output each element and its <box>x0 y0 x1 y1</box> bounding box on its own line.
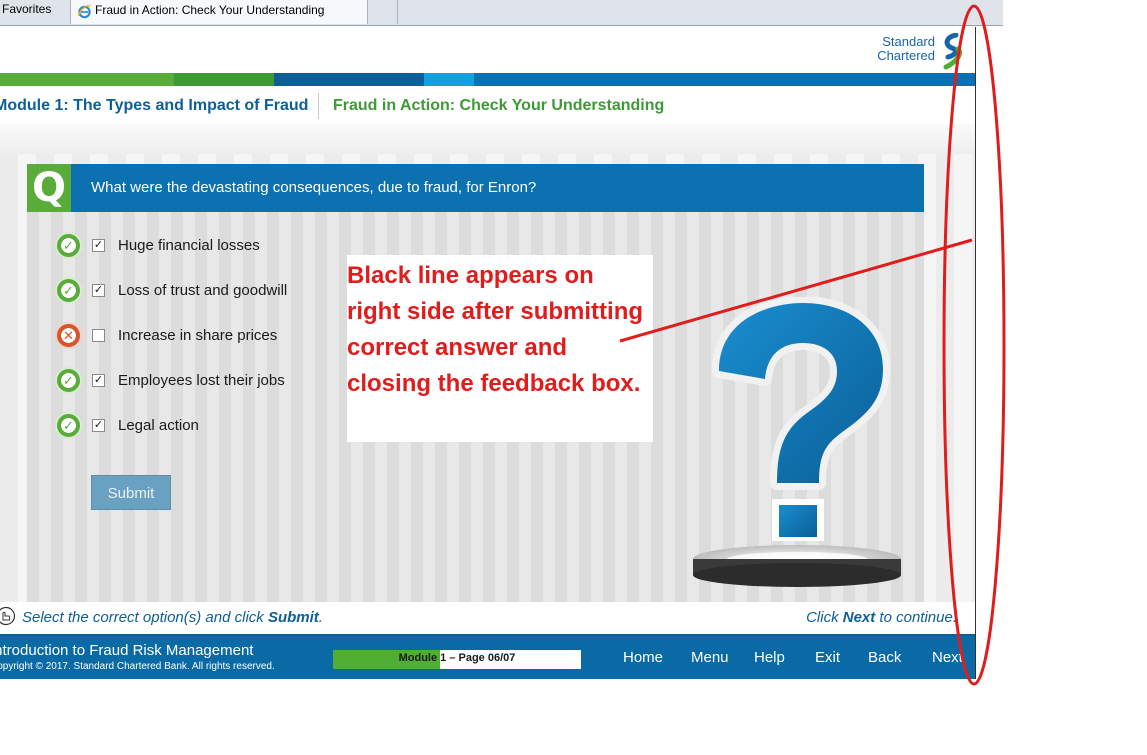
color-segment-2 <box>174 73 274 86</box>
color-segment-4 <box>424 73 474 86</box>
nav-back-button[interactable]: Back <box>868 649 901 666</box>
copyright-text: Copyright © 2017. Standard Chartered Ban… <box>0 661 275 672</box>
page-title: Fraud in Action: Check Your Understandin… <box>333 97 665 114</box>
option-checkbox[interactable]: ✓ <box>92 239 105 252</box>
nav-exit-button[interactable]: Exit <box>815 649 840 666</box>
course-title: Introduction to Fraud Risk Management <box>0 642 254 659</box>
option-label: Huge financial losses <box>118 237 260 254</box>
nav-next-button[interactable]: Next <box>932 649 963 666</box>
option-label: Loss of trust and goodwill <box>118 282 288 299</box>
progress-bar: Module 1 – Page 06/07 <box>333 650 581 669</box>
option-row[interactable]: ✕ Increase in share prices <box>55 322 335 350</box>
color-segment-5 <box>474 73 975 86</box>
instruction-right: Click Next to continue. <box>806 609 957 626</box>
black-line-artifact <box>975 27 976 679</box>
nav-home-button[interactable]: Home <box>623 649 663 666</box>
nav-help-button[interactable]: Help <box>754 649 785 666</box>
option-checkbox[interactable]: ✓ <box>92 419 105 432</box>
annotation-text: Black line appears on right side after s… <box>347 262 644 397</box>
progress-text: Module 1 – Page 06/07 <box>398 652 516 664</box>
option-label: Employees lost their jobs <box>118 372 285 389</box>
correct-check-icon: ✓ <box>55 232 82 259</box>
browser-tab-title: Fraud in Action: Check Your Understandin… <box>95 3 325 17</box>
browser-tab-strip: Favorites Fraud in Action: Check Your Un… <box>0 0 1003 26</box>
color-segment-1 <box>0 73 174 86</box>
submit-button[interactable]: Submit <box>91 475 171 510</box>
title-divider <box>318 93 319 119</box>
favorites-label[interactable]: Favorites <box>2 2 51 16</box>
title-bar: Module 1: The Types and Impact of Fraud … <box>0 86 975 124</box>
correct-check-icon: ✓ <box>55 412 82 439</box>
standard-chartered-mark-icon <box>943 33 962 70</box>
module-title: Module 1: The Types and Impact of Fraud <box>0 97 309 114</box>
nav-menu-button[interactable]: Menu <box>691 649 729 666</box>
logo-line-2: Chartered <box>877 48 935 63</box>
option-row[interactable]: ✓ ✓ Legal action <box>55 412 335 440</box>
option-row[interactable]: ✓ ✓ Huge financial losses <box>55 232 335 260</box>
question-text: What were the devastating consequences, … <box>91 179 537 196</box>
question-bar: Q What were the devastating consequences… <box>27 164 924 212</box>
annotation-note: Black line appears on right side after s… <box>347 255 653 442</box>
color-segment-3 <box>274 73 424 86</box>
browser-tab[interactable]: Fraud in Action: Check Your Understandin… <box>70 0 368 24</box>
correct-check-icon: ✓ <box>55 277 82 304</box>
pointer-hand-icon <box>0 606 16 626</box>
course-footer: Introduction to Fraud Risk Management Co… <box>0 634 975 679</box>
incorrect-cross-icon: ✕ <box>55 322 82 349</box>
instruction-left: Select the correct option(s) and click S… <box>22 609 323 626</box>
standard-chartered-logo: Standard Chartered <box>868 33 968 73</box>
option-label: Legal action <box>118 417 199 434</box>
option-checkbox[interactable]: ✓ <box>92 374 105 387</box>
logo-line-1: Standard <box>882 34 935 49</box>
option-checkbox[interactable] <box>92 329 105 342</box>
option-row[interactable]: ✓ ✓ Loss of trust and goodwill <box>55 277 335 305</box>
option-row[interactable]: ✓ ✓ Employees lost their jobs <box>55 367 335 395</box>
option-checkbox[interactable]: ✓ <box>92 284 105 297</box>
option-label: Increase in share prices <box>118 327 278 344</box>
question-mark-illustration-icon <box>693 297 901 587</box>
new-tab-button[interactable] <box>368 0 398 24</box>
correct-check-icon: ✓ <box>55 367 82 394</box>
internet-explorer-icon <box>77 5 92 19</box>
instruction-bar: Select the correct option(s) and click S… <box>0 602 975 632</box>
brand-color-bar <box>0 73 975 86</box>
question-badge: Q <box>27 164 71 212</box>
screenshot: Favorites Fraud in Action: Check Your Un… <box>0 0 1147 755</box>
